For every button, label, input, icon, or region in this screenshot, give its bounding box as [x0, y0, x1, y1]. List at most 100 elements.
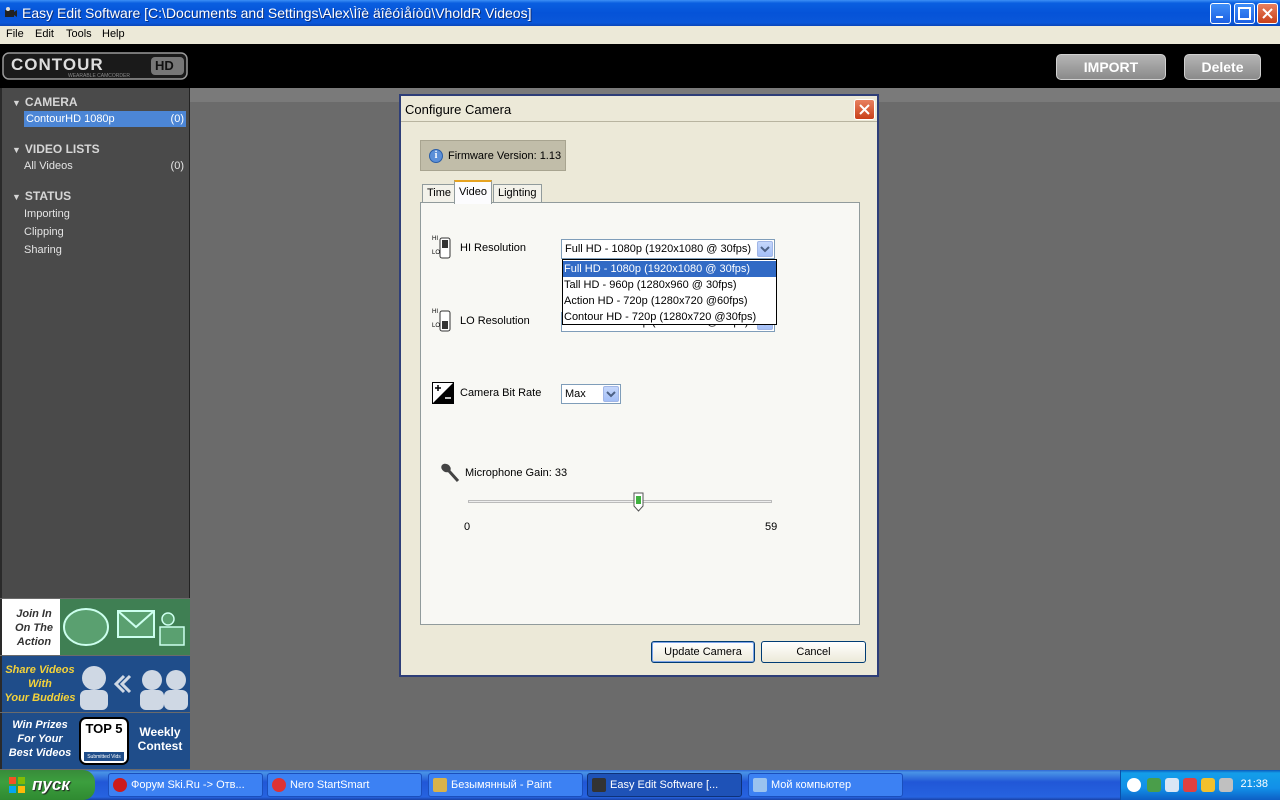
lo-tag: LO: [432, 250, 441, 256]
nero-icon: [272, 778, 286, 792]
menu-tools[interactable]: Tools: [66, 28, 92, 40]
hi-tag: HI: [432, 309, 438, 315]
menu-edit[interactable]: Edit: [35, 28, 54, 40]
ad3-text: Win Prizes For Your Best Videos: [8, 719, 72, 759]
window-title: Easy Edit Software [C:\Documents and Set…: [22, 5, 532, 21]
maximize-button[interactable]: [1234, 3, 1255, 24]
lo-tag: LO: [432, 323, 441, 329]
microphone-gain-slider-track[interactable]: [468, 500, 772, 503]
sidebar-item-count: (0): [170, 113, 184, 125]
dropdown-option[interactable]: Action HD - 720p (1280x720 @60fps): [563, 293, 776, 309]
microphone-icon: [441, 463, 460, 483]
delete-button[interactable]: Delete: [1184, 54, 1261, 80]
top5-badge-text: TOP 5: [85, 721, 123, 736]
dropdown-option[interactable]: Tall HD - 960p (1280x960 @ 30fps): [563, 277, 776, 293]
sidebar-item-sharing[interactable]: Sharing: [24, 242, 186, 258]
start-button[interactable]: пуск: [0, 770, 95, 800]
dropdown-option[interactable]: Full HD - 1080p (1920x1080 @ 30fps): [563, 261, 776, 277]
sidebar-item-label: ContourHD 1080p: [26, 113, 115, 125]
hi-tag: HI: [432, 236, 438, 242]
sidebar-item-importing[interactable]: Importing: [24, 206, 186, 222]
app-header: CONTOUR HD WEARABLE CAMCORDER IMPORT Del…: [0, 44, 1280, 88]
taskbar-item-label: Мой компьютер: [771, 779, 852, 791]
tray-monitor-icon[interactable]: [1165, 778, 1179, 792]
computer-icon: [753, 778, 767, 792]
sidebar-video-lists-title: VIDEO LISTS: [24, 142, 100, 156]
collapse-triangle-icon: ▼: [12, 192, 21, 202]
windows-flag-icon: [9, 777, 25, 793]
tray-expand-icon[interactable]: [1127, 778, 1141, 792]
tray-speaker-icon[interactable]: [1219, 778, 1233, 792]
minimize-button[interactable]: [1210, 3, 1231, 24]
bitrate-select[interactable]: Max: [561, 384, 621, 404]
opera-icon: [113, 778, 127, 792]
taskbar-item-easy-edit[interactable]: Easy Edit Software [...: [587, 773, 742, 797]
tray-network-icon[interactable]: [1147, 778, 1161, 792]
ad3-right-text: Weekly Contest: [137, 725, 183, 753]
chevron-down-icon[interactable]: [603, 386, 619, 402]
tab-time[interactable]: Time: [422, 184, 457, 202]
maximize-icon: [1238, 7, 1251, 20]
system-tray: 21:38: [1120, 770, 1280, 800]
hi-resolution-dropdown: Full HD - 1080p (1920x1080 @ 30fps) Tall…: [562, 259, 777, 325]
taskbar-item-label: Nero StartSmart: [290, 779, 370, 791]
sidebar-section-camera[interactable]: ▼ CAMERA: [12, 95, 78, 109]
menu-help[interactable]: Help: [102, 28, 125, 40]
menu-file[interactable]: File: [6, 28, 24, 40]
sidebar-item-clipping[interactable]: Clipping: [24, 224, 186, 240]
lo-resolution-label: LO Resolution: [460, 315, 530, 327]
cancel-button[interactable]: Cancel: [761, 641, 866, 663]
firmware-version: Firmware Version: 1.13: [448, 150, 562, 162]
dialog-title: Configure Camera: [405, 102, 512, 117]
app-icon: [592, 778, 606, 792]
ad2-text: Share Videos With Your Buddies: [4, 664, 76, 704]
close-icon: [859, 104, 870, 115]
import-button[interactable]: IMPORT: [1056, 54, 1166, 80]
logo-tagline: WEARABLE CAMCORDER: [68, 73, 130, 79]
dialog-close-button[interactable]: [854, 99, 875, 120]
start-label: пуск: [32, 775, 70, 794]
slider-max-label: 59: [765, 521, 778, 533]
taskbar-item-opera[interactable]: Форум Ski.Ru -> Отв...: [108, 773, 263, 797]
hi-resolution-select[interactable]: Full HD - 1080p (1920x1080 @ 30fps): [561, 239, 775, 259]
app-icon: [5, 7, 17, 17]
ad-win-prizes[interactable]: Win Prizes For Your Best Videos TOP 5 Subm…: [0, 713, 190, 769]
sidebar-item-contourhd[interactable]: ContourHD 1080p (0): [24, 111, 186, 127]
taskbar-item-paint[interactable]: Безымянный - Paint: [428, 773, 583, 797]
sidebar-item-count: (0): [170, 160, 184, 172]
bitrate-value: Max: [565, 388, 586, 400]
info-icon: i: [429, 149, 443, 163]
microphone-gain-slider-thumb[interactable]: [633, 492, 644, 512]
ad1-text: Join In On The Action: [15, 608, 53, 648]
window-titlebar: Easy Edit Software [C:\Documents and Set…: [0, 0, 1280, 26]
tab-lighting[interactable]: Lighting: [493, 184, 542, 202]
bitrate-label: Camera Bit Rate: [460, 387, 542, 399]
collapse-triangle-icon: ▼: [12, 98, 21, 108]
tray-user-icon[interactable]: [1201, 778, 1215, 792]
sidebar-section-video-lists[interactable]: ▼ VIDEO LISTS: [12, 142, 100, 156]
microphone-gain-label: Microphone Gain: 33: [465, 467, 568, 479]
bitrate-icon: [432, 382, 454, 404]
tab-video[interactable]: Video: [454, 180, 492, 204]
sidebar-status-title: STATUS: [24, 189, 72, 203]
share-people-icon: [80, 666, 188, 710]
tray-security-icon[interactable]: [1183, 778, 1197, 792]
close-icon: [1262, 8, 1273, 19]
dropdown-option[interactable]: Contour HD - 720p (1280x720 @30fps): [563, 309, 776, 325]
dialog-titlebar: Configure Camera: [401, 96, 877, 122]
logo-text: CONTOUR: [11, 55, 104, 74]
close-window-button[interactable]: [1257, 3, 1278, 24]
taskbar-item-label: Форум Ski.Ru -> Отв...: [131, 779, 245, 791]
firmware-box: i Firmware Version: 1.13: [420, 140, 566, 171]
taskbar-item-nero[interactable]: Nero StartSmart: [267, 773, 422, 797]
sidebar-section-status[interactable]: ▼ STATUS: [12, 189, 71, 203]
update-camera-button[interactable]: Update Camera: [651, 641, 755, 663]
chevron-down-icon[interactable]: [757, 241, 773, 257]
sidebar-item-all-videos[interactable]: All Videos (0): [24, 158, 186, 174]
taskbar-item-label: Безымянный - Paint: [451, 779, 552, 791]
ad-join-in[interactable]: Join In On The Action: [0, 599, 190, 655]
slider-min-label: 0: [464, 521, 471, 533]
ad-share-videos[interactable]: Share Videos With Your Buddies: [0, 656, 190, 712]
taskbar-item-my-computer[interactable]: Мой компьютер: [748, 773, 903, 797]
sidebar-camera-title: CAMERA: [24, 95, 78, 109]
